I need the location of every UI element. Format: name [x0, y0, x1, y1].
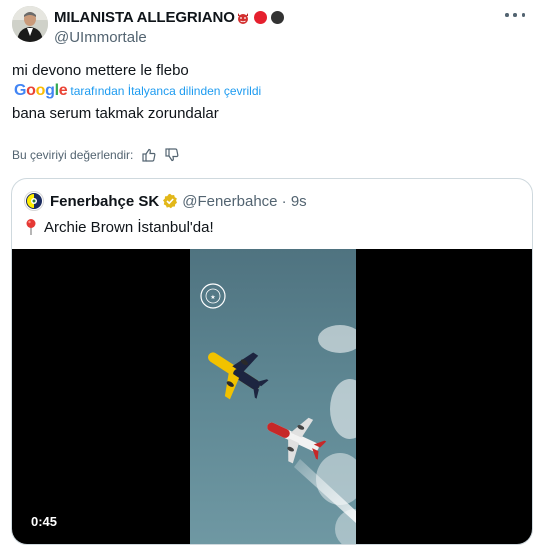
author-name[interactable]: MILANISTA ALLEGRIANO [54, 9, 235, 26]
verified-badge-icon [162, 193, 178, 209]
tweet-header: MILANISTA ALLEGRIANO @UImmortale [12, 6, 527, 46]
rate-translation-label: Bu çeviriyi değerlendir: [12, 148, 134, 162]
author-handle[interactable]: @UImmortale [54, 29, 284, 46]
quoted-text-row: Archie Brown İstanbul'da! [24, 217, 214, 237]
google-logo: Google [14, 82, 68, 99]
quoted-tweet[interactable]: Fenerbahçe SK @Fenerbahce · 9s Archie Br… [11, 178, 533, 545]
author-avatar[interactable] [12, 6, 48, 42]
round-pushpin-icon [24, 218, 38, 236]
quoted-author-name[interactable]: Fenerbahçe SK [50, 193, 159, 210]
fenerbahce-logo[interactable] [24, 191, 44, 211]
tweet-text: mi devono mettere le flebo [12, 62, 189, 79]
translation-attribution: Google tarafından İtalyanca dilinden çev… [14, 82, 261, 100]
rate-translation: Bu çeviriyi değerlendir: [12, 147, 179, 163]
translated-text: bana serum takmak zorundalar [12, 105, 219, 122]
quoted-text: Archie Brown İstanbul'da! [44, 218, 214, 236]
devil-emoji-icon [236, 11, 250, 25]
red-circle-icon [253, 11, 267, 24]
thumbs-down-icon[interactable] [165, 148, 179, 162]
quoted-handle-time[interactable]: @Fenerbahce · 9s [182, 193, 306, 210]
svg-text:★: ★ [210, 294, 215, 301]
video-thumbnail[interactable]: ★ [190, 249, 356, 544]
black-circle-icon [270, 11, 284, 24]
translation-label[interactable]: tarafından İtalyanca dilinden çevrildi [70, 84, 261, 98]
video-player[interactable]: ★ 0:45 [12, 249, 532, 544]
video-duration: 0:45 [31, 514, 58, 529]
more-horizontal-icon[interactable] [505, 10, 525, 20]
thumbs-up-icon[interactable] [142, 148, 156, 162]
